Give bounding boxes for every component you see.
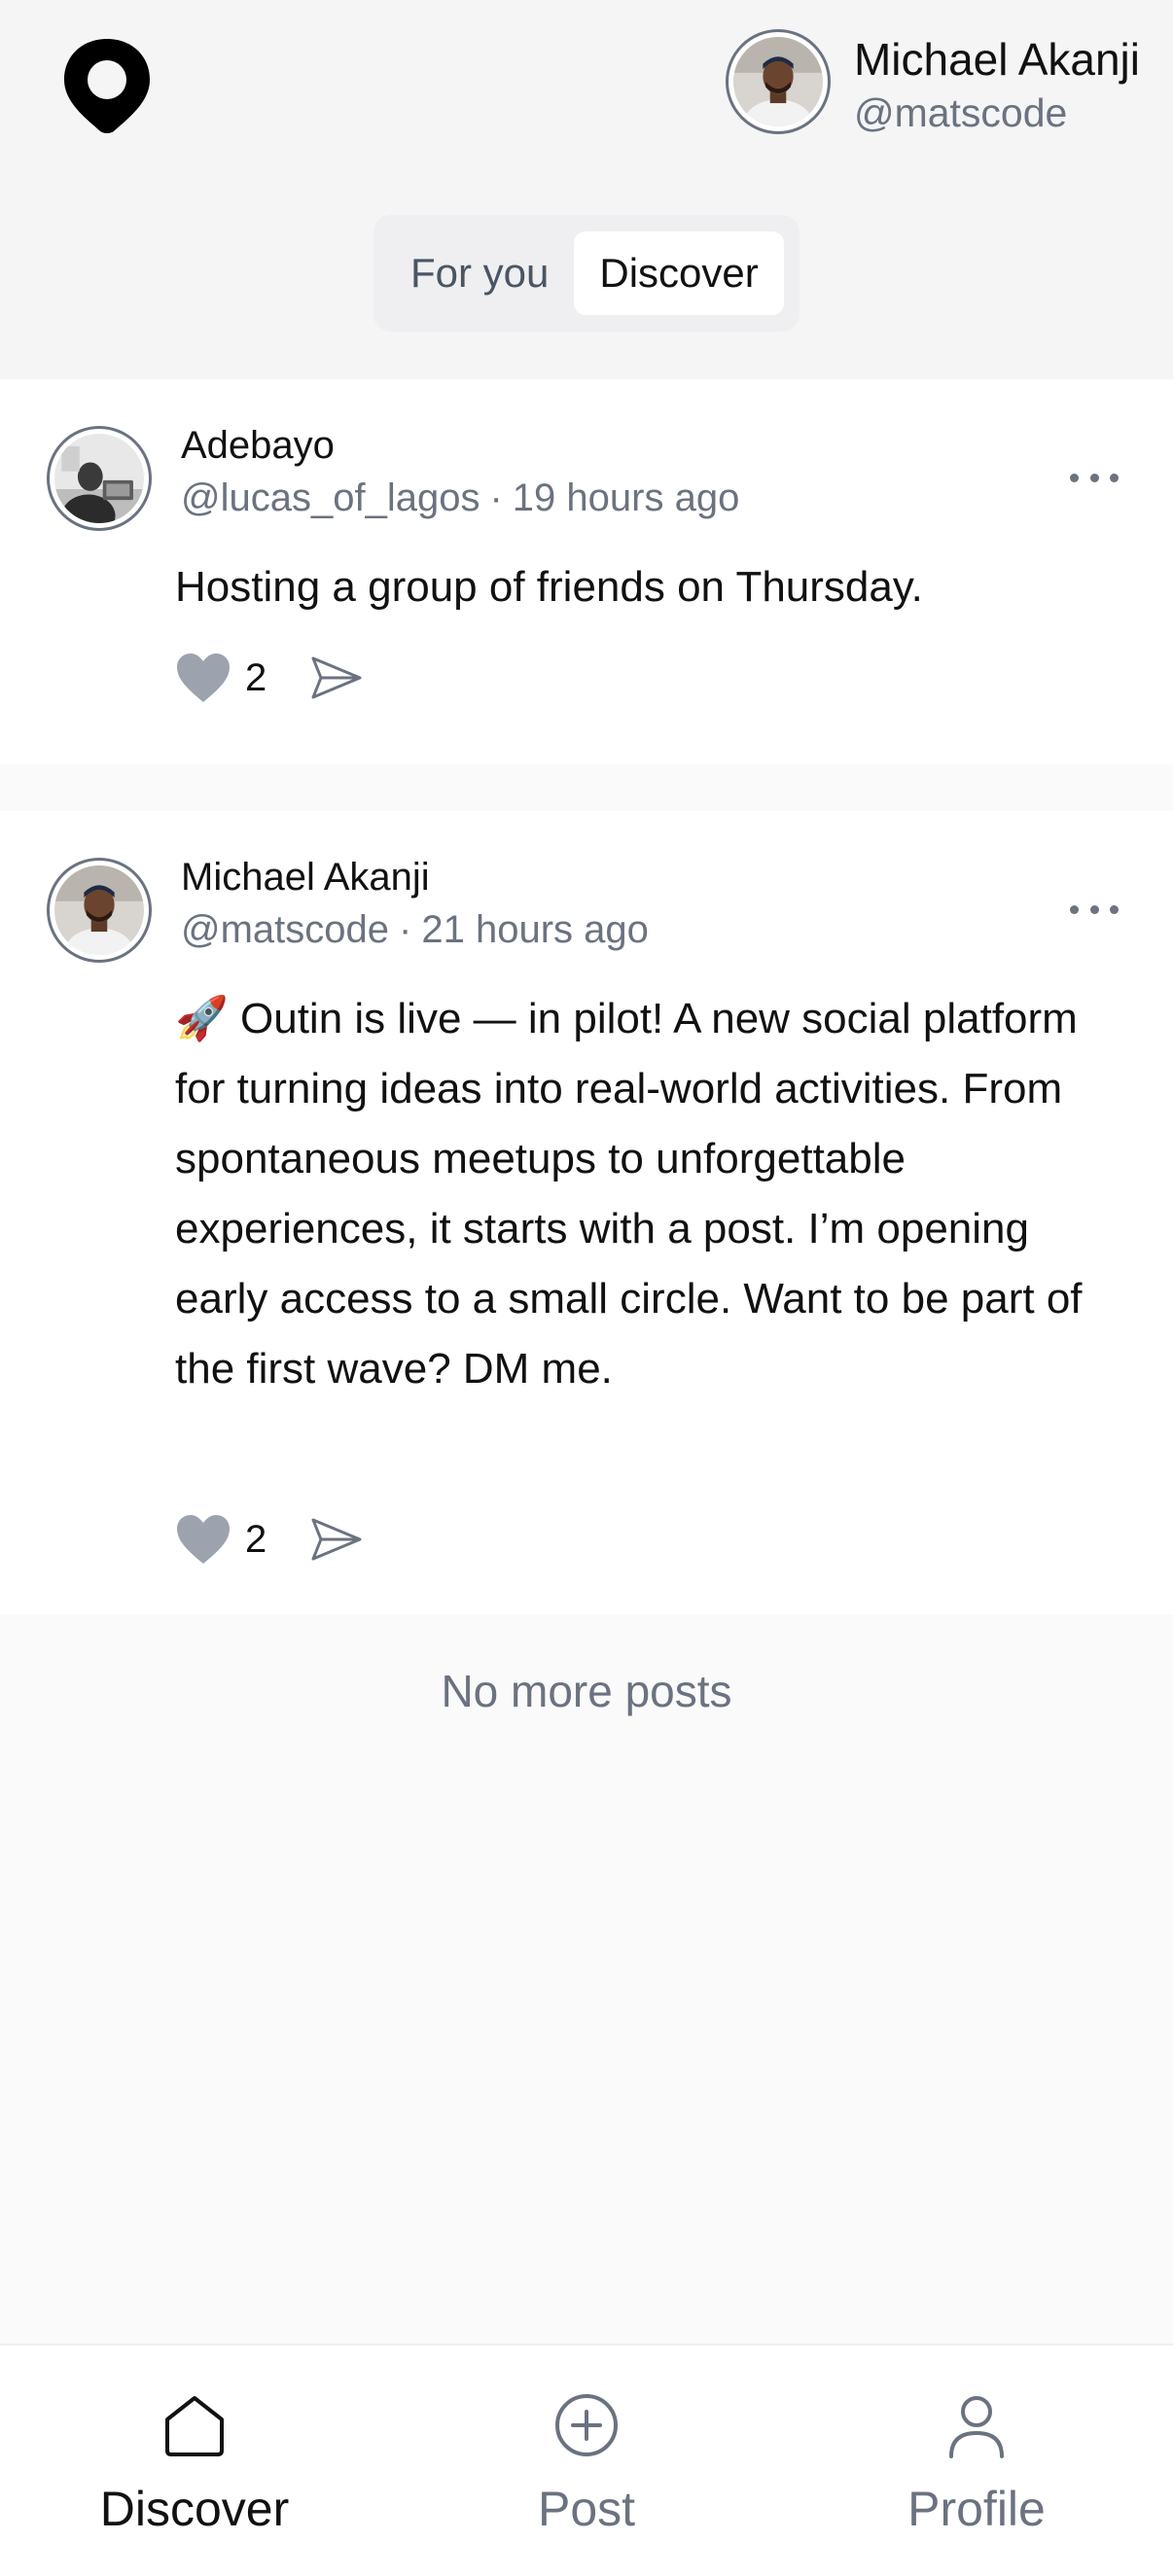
home-icon — [165, 2396, 224, 2456]
meta-separator: · — [399, 908, 412, 951]
current-user-name: Michael Akanji — [853, 34, 1140, 85]
like-count: 2 — [245, 655, 267, 699]
current-user-handle: @matscode — [853, 90, 1068, 135]
send-icon[interactable] — [309, 654, 364, 701]
nav-profile-label: Profile — [907, 2482, 1046, 2536]
post-card[interactable]: Adebayo @lucas_of_lagos · 19 hours ago Hos… — [0, 379, 1173, 764]
location-pin-logo-icon[interactable] — [60, 35, 154, 136]
nav-discover[interactable]: Discover — [68, 2390, 321, 2540]
avatar[interactable] — [47, 426, 152, 538]
post-author-name[interactable]: Michael Akanji — [181, 850, 649, 904]
nav-profile[interactable]: Profile — [850, 2390, 1103, 2540]
heart-icon[interactable] — [175, 1513, 231, 1566]
post-body: Hosting a group of friends on Thursday. — [175, 563, 923, 611]
post-body: 🚀 Outin is live — in pilot! A new social… — [175, 995, 1083, 1393]
current-user[interactable]: Michael Akanji @matscode — [725, 29, 1140, 147]
feed-tabs: For you Discover — [373, 215, 800, 332]
tab-for-you[interactable]: For you — [385, 231, 574, 315]
nav-discover-label: Discover — [99, 2482, 290, 2536]
bottom-nav: Discover Post Profile — [0, 2344, 1173, 2576]
plus-circle-icon — [555, 2394, 618, 2456]
post-author-handle[interactable]: @lucas_of_lagos — [181, 476, 480, 519]
more-options-icon[interactable] — [1070, 471, 1119, 484]
avatar[interactable] — [47, 858, 152, 975]
post-timestamp: 21 hours ago — [421, 908, 649, 951]
app-header: Michael Akanji @matscode For you Discove… — [0, 0, 1173, 379]
like-count: 2 — [245, 1517, 267, 1561]
user-icon — [949, 2396, 1004, 2458]
send-icon[interactable] — [309, 1516, 364, 1563]
nav-post[interactable]: Post — [460, 2390, 713, 2540]
heart-icon[interactable] — [175, 652, 231, 704]
avatar[interactable] — [725, 29, 831, 147]
post-author-name[interactable]: Adebayo — [181, 418, 739, 473]
post-author-handle[interactable]: @matscode — [181, 908, 389, 951]
nav-post-label: Post — [537, 2482, 636, 2536]
post-card[interactable]: Michael Akanji @matscode · 21 hours ago 🚀 … — [0, 811, 1173, 1614]
meta-separator: · — [489, 476, 503, 519]
tab-discover[interactable]: Discover — [574, 231, 784, 315]
feed-end-message: No more posts — [441, 1666, 732, 1716]
more-options-icon[interactable] — [1070, 902, 1119, 916]
post-timestamp: 19 hours ago — [512, 476, 740, 519]
